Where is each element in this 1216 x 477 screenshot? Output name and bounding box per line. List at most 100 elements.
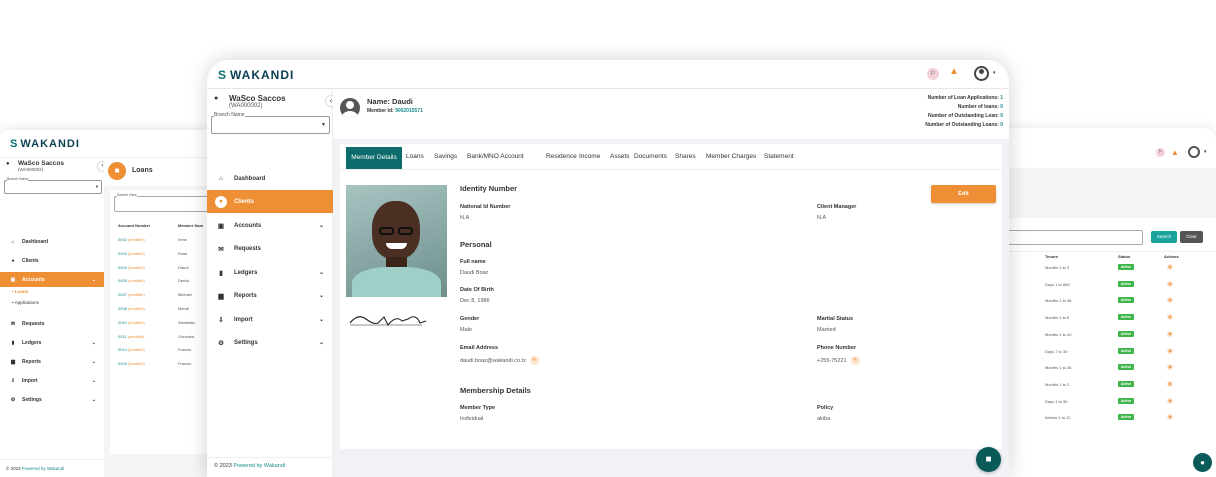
book-icon: ▮ (219, 269, 223, 277)
sidebar-item-accounts[interactable]: ▣ Accounts ⌄ (0, 272, 104, 287)
view-icon[interactable]: ◉ (1167, 414, 1173, 421)
tab-loans[interactable]: Loans (406, 144, 428, 170)
view-icon[interactable]: ◉ (1167, 364, 1173, 371)
col-tenure: Tenure (1045, 254, 1059, 259)
avatar[interactable] (1188, 146, 1200, 158)
member-details-card: Member Details Loans Savings Bank/MNO Accou… (340, 144, 1002, 449)
sidebar-item-settings[interactable]: ⚙ Settings ⌄ (0, 392, 104, 407)
stat-item: Number of Outstanding Loans: 0 (925, 122, 1003, 128)
notification-bell-icon[interactable]: ▲ (949, 66, 959, 77)
chevron-icon: ⌄ (318, 340, 324, 346)
chevron-icon: ⌄ (318, 293, 324, 299)
wallet-icon: ▣ (217, 222, 225, 230)
status-badge: Active (1118, 314, 1134, 321)
sidebar-item-requests[interactable]: ✉ Requests (0, 316, 104, 331)
chevron-icon: ⌄ (318, 317, 324, 323)
user-icon: ● (214, 95, 219, 102)
home-icon: ⌂ (219, 175, 223, 182)
sidebar-item-dashboard[interactable]: ⌂ Dashboard (207, 171, 333, 186)
clear-button[interactable]: Clear (1180, 231, 1203, 243)
view-icon[interactable]: ◉ (1167, 347, 1173, 354)
view-icon[interactable]: ◉ (1167, 297, 1173, 304)
view-icon[interactable]: ◉ (1167, 380, 1173, 387)
view-icon[interactable]: ◉ (1167, 314, 1173, 321)
full-name-label: Full name (460, 259, 486, 265)
col-status: Status (1118, 254, 1131, 259)
col-member-name: Member Nam (178, 223, 204, 228)
edit-email-icon[interactable]: ✎ (529, 356, 539, 365)
status-badge: Active (1118, 297, 1134, 304)
sidebar: ● WaSco Saccos (WA000002) ‹ Branch Name … (207, 89, 336, 477)
tab-shares[interactable]: Shares (675, 144, 699, 170)
tab-savings[interactable]: Savings (434, 144, 460, 170)
sidebar-item-accounts[interactable]: ▣ Accounts ⌄ (207, 218, 333, 233)
edit-button[interactable]: Edit (931, 185, 996, 203)
email-value: daudi.boaz@wakandi.co.tz ✎ (460, 356, 539, 365)
view-icon[interactable]: ◉ (1167, 330, 1173, 337)
dob-label: Date Of Birth (460, 287, 494, 293)
sidebar-item-reports[interactable]: ▆ Reports ⌄ (207, 288, 333, 303)
bar-chart-icon: ▆ (11, 358, 15, 365)
chevron-down-icon: ▼ (95, 184, 99, 189)
sidebar-item-import[interactable]: ⇩ Import ⌄ (0, 373, 104, 388)
bell-icon[interactable]: ▲ (1171, 148, 1179, 157)
sidebar-item-clients[interactable]: ● Clients (207, 190, 333, 213)
policy-value: akiba (817, 416, 831, 422)
wallet-icon: ▣ (10, 276, 16, 283)
sidebar-item-requests[interactable]: ✉ Requests (207, 241, 333, 256)
sidebar-item-clients[interactable]: ● Clients (0, 253, 104, 268)
envelope-icon: ✉ (10, 320, 16, 327)
tab-assets[interactable]: Assets (610, 144, 630, 170)
chat-icon[interactable]: ● (1193, 453, 1212, 472)
branch-select[interactable]: Branch Name ▼ (4, 177, 102, 194)
status-badge: Active (1118, 380, 1134, 387)
tab-income[interactable]: Income (579, 144, 603, 170)
envelope-icon: ✉ (218, 245, 224, 253)
membership-heading: Membership Details (460, 386, 531, 395)
view-icon[interactable]: ◉ (1167, 280, 1173, 287)
sidebar-item-ledgers[interactable]: ▮ Ledgers ⌄ (207, 265, 333, 280)
main-window-member-details: S WAKANDI ⚐ ▲ ▾ ● WaSco Saccos (WA000002… (207, 60, 1009, 477)
gear-icon: ⚙ (218, 339, 224, 347)
logo-mark-icon: S (218, 68, 228, 82)
tab-member-charges[interactable]: Member Charges (706, 144, 758, 170)
chevron-icon: ⌄ (318, 223, 324, 229)
branch-select[interactable]: Branch Name ▼ (211, 112, 330, 134)
chevron-icon: ⌄ (91, 276, 96, 283)
view-icon[interactable]: ◉ (1167, 397, 1173, 404)
avatar[interactable] (974, 66, 989, 81)
view-icon[interactable]: ◉ (1167, 264, 1173, 270)
powered-by-link[interactable]: Powered by Wakandi (233, 463, 285, 469)
sidebar-subitem-applications[interactable]: • Applications (12, 300, 39, 305)
sidebar-item-settings[interactable]: ⚙ Settings ⌄ (207, 335, 333, 350)
dob-value: Dec 8, 1986 (460, 298, 490, 304)
sidebar-item-import[interactable]: ⇩ Import ⌄ (207, 312, 333, 327)
tab-statement[interactable]: Statement (764, 144, 794, 170)
gender-label: Gender (460, 316, 480, 322)
powered-by-link[interactable]: Powered by Wakandi (22, 466, 64, 471)
tab-bank-mno-account[interactable]: Bank/MNO Account (467, 144, 537, 170)
org-name: WaSco Saccos (18, 160, 65, 167)
org-name: WaSco Saccos (229, 94, 286, 103)
edit-phone-icon[interactable]: ✎ (850, 356, 860, 365)
search-button[interactable]: Search (1151, 231, 1177, 243)
flag-icon[interactable]: ⚐ (927, 68, 939, 80)
tab-documents[interactable]: Documents (634, 144, 670, 170)
sidebar-item-reports[interactable]: ▆ Reports ⌄ (0, 354, 104, 369)
status-badge: Active (1118, 280, 1134, 287)
sidebar-subitem-loans[interactable]: • Loans (12, 289, 28, 294)
chevron-icon: ⌄ (91, 358, 96, 365)
email-label: Email Address (460, 345, 499, 351)
member-photo (346, 185, 447, 297)
sidebar-item-dashboard[interactable]: ⌂ Dashboard (0, 234, 104, 249)
loans-icon: ■ (108, 162, 126, 180)
national-id-value: N.A (460, 215, 470, 221)
footer: © 2023 Powered by Wakandi (0, 459, 104, 477)
flag-icon[interactable]: ⚐ (1156, 148, 1165, 157)
sidebar-item-ledgers[interactable]: ▮ Ledgers ⌄ (0, 335, 104, 350)
tab-member-details[interactable]: Member Details (346, 147, 402, 169)
chat-icon[interactable]: ■ (976, 447, 1001, 472)
brand-logo[interactable]: S WAKANDI (10, 138, 80, 150)
tab-residence[interactable]: Residence (546, 144, 577, 170)
brand-logo[interactable]: S WAKANDI (218, 68, 294, 82)
